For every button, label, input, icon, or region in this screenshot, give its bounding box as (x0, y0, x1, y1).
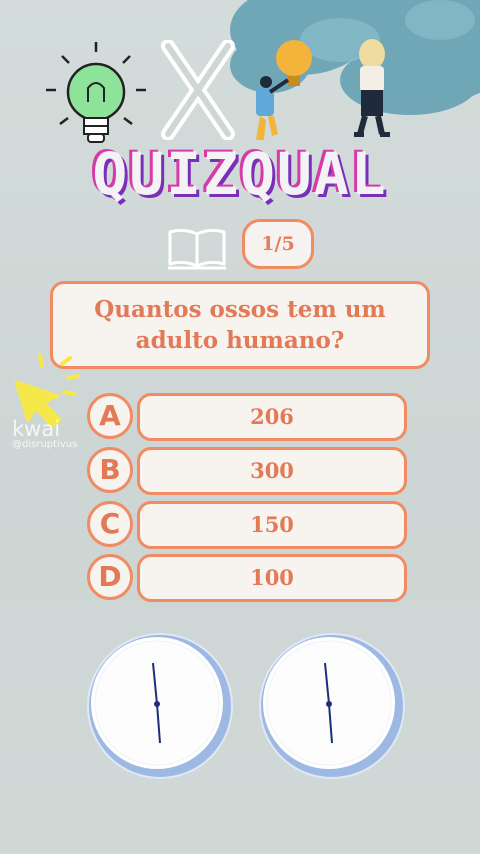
watermark-handle: @disruptivus (12, 439, 78, 450)
option-d[interactable]: D 100 (87, 554, 411, 602)
question-progress-badge: 1/5 (242, 219, 314, 269)
kwai-watermark: kwai @disruptivus (12, 417, 77, 450)
app-title: QUIZQUAL (92, 140, 388, 208)
lightbulb-icon (46, 42, 146, 143)
watermark-brand: kwai (12, 417, 61, 441)
option-answer-button[interactable]: 206 (137, 393, 407, 441)
question-card: Quantos ossos tem um adulto humano? (50, 281, 430, 369)
option-letter: C (87, 501, 133, 547)
open-book-icon (168, 228, 226, 270)
woman-illustration (354, 39, 390, 137)
x-icon (161, 40, 235, 140)
option-answer-button[interactable]: 100 (137, 554, 407, 602)
person-with-lightbulb-illustration (256, 40, 312, 140)
option-a[interactable]: A 206 (87, 393, 411, 441)
option-letter: D (87, 554, 133, 600)
option-answer-button[interactable]: 300 (137, 447, 407, 495)
clock-icon (87, 633, 233, 779)
option-b[interactable]: B 300 (87, 447, 411, 495)
option-answer-button[interactable]: 150 (137, 501, 407, 549)
option-letter: B (87, 447, 133, 493)
question-text: Quantos ossos tem um adulto humano? (94, 296, 386, 354)
option-letter: A (87, 393, 133, 439)
clock-icon (259, 633, 405, 779)
option-c[interactable]: C 150 (87, 501, 411, 549)
